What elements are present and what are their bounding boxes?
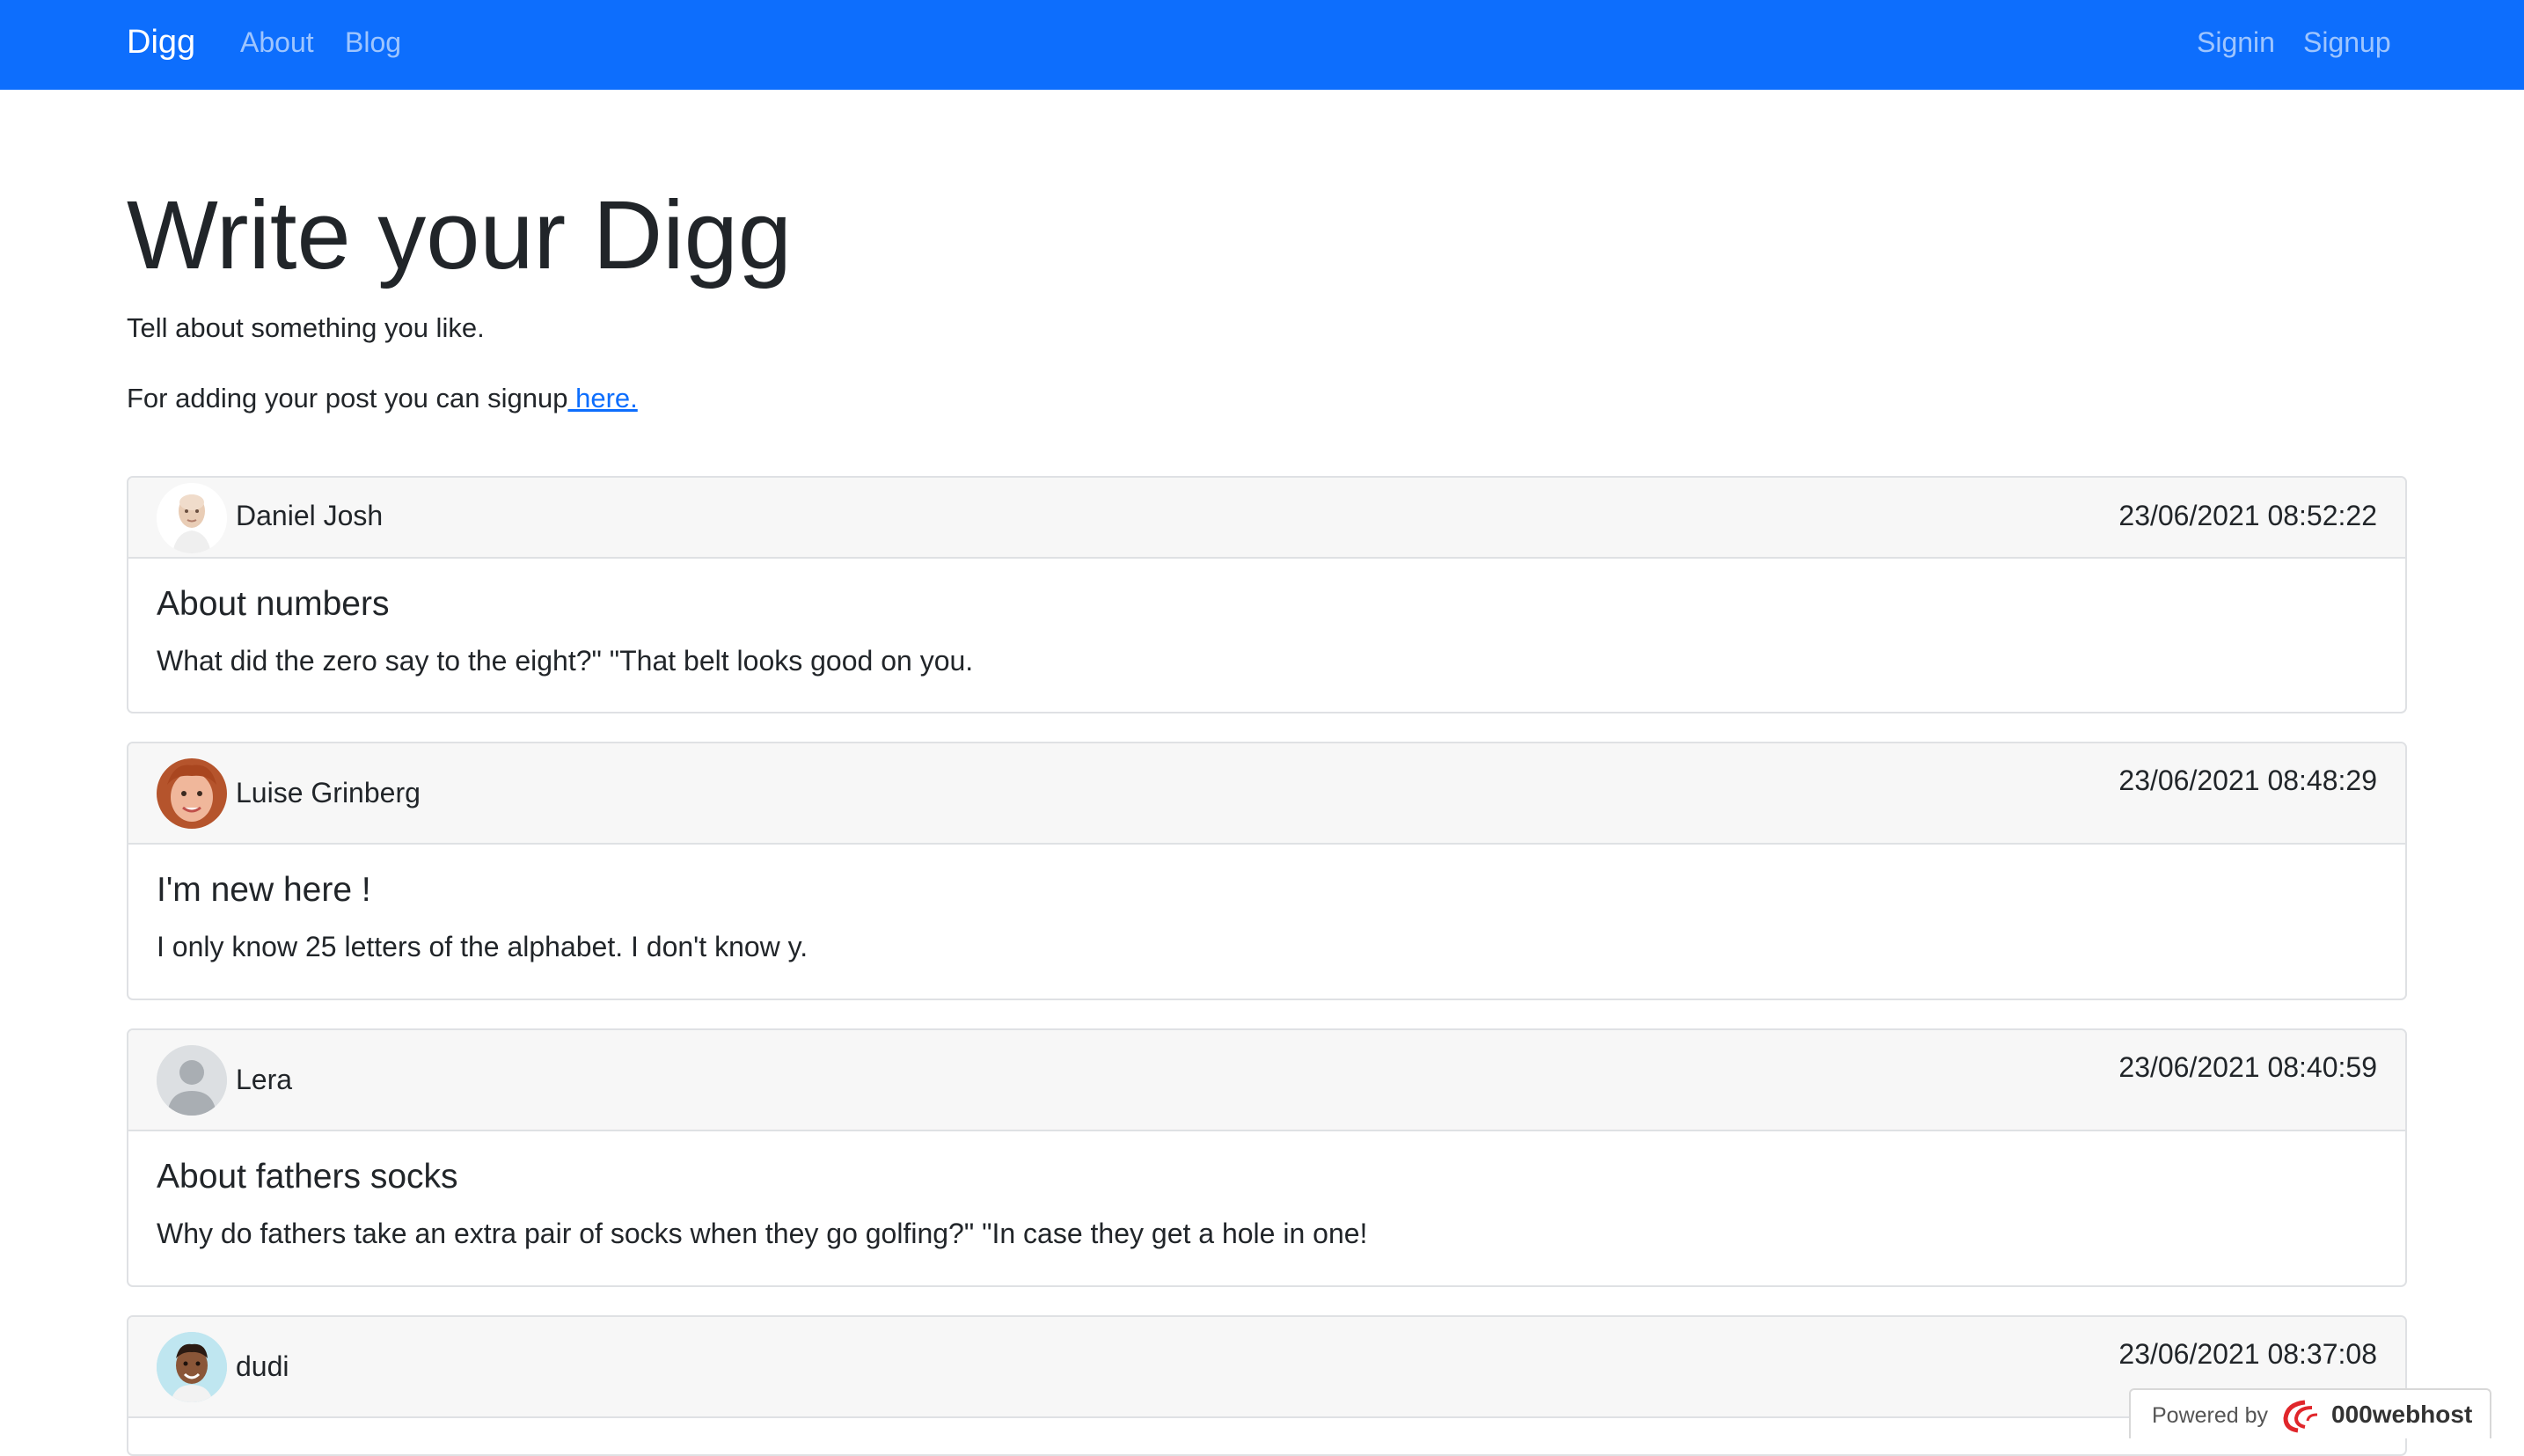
post-date: 23/06/2021 08:40:59: [2118, 1051, 2377, 1083]
hero-lead-text: Tell about something you like.: [127, 312, 485, 343]
000webhost-logo-icon: [2283, 1400, 2318, 1433]
post-header: Luise Grinberg 23/06/2021 08:48:29: [128, 743, 2405, 845]
post-date: 23/06/2021 08:37:08: [2118, 1338, 2377, 1370]
nav-link-signin[interactable]: Signin: [2197, 0, 2275, 84]
post-title: I'm new here !: [157, 871, 371, 909]
author-avatar: [157, 483, 227, 553]
post-body: About fathers socks Why do fathers take …: [128, 1131, 2405, 1285]
avatar-boy-icon: [157, 1332, 227, 1402]
post-author: dudi: [236, 1350, 289, 1382]
post-author: Luise Grinberg: [236, 777, 421, 808]
signup-hint: For adding your post you can signup here…: [127, 379, 638, 418]
post-body: I'm new here ! I only know 25 letters of…: [128, 845, 2405, 999]
post-date: 23/06/2021 08:48:29: [2118, 765, 2377, 796]
powered-by-label: Powered by: [2152, 1403, 2269, 1428]
author-avatar: [157, 1332, 227, 1402]
nav-link-about[interactable]: About: [240, 0, 314, 84]
author-avatar: [157, 1045, 227, 1116]
post-card: dudi 23/06/2021 08:37:08: [127, 1315, 2407, 1456]
powered-by-badge[interactable]: Powered by 000webhost: [2129, 1388, 2491, 1438]
signup-hint-text: For adding your post you can signup: [127, 383, 568, 413]
avatar-bald-man-icon: [157, 483, 227, 553]
page-title: Write your Digg: [127, 181, 792, 289]
nav-link-blog[interactable]: Blog: [345, 0, 401, 84]
post-text: Why do fathers take an extra pair of soc…: [157, 1218, 1368, 1249]
post-text: What did the zero say to the eight?" "Th…: [157, 645, 974, 677]
post-header: Lera 23/06/2021 08:40:59: [128, 1030, 2405, 1131]
brand-logo-link[interactable]: Digg: [127, 0, 195, 84]
top-navbar: Digg About Blog Signin Signup: [0, 0, 2524, 90]
post-title: About fathers socks: [157, 1158, 458, 1196]
post-date: 23/06/2021 08:52:22: [2118, 500, 2377, 531]
post-text: I only know 25 letters of the alphabet. …: [157, 931, 808, 962]
post-header: Daniel Josh 23/06/2021 08:52:22: [128, 478, 2405, 559]
post-card: Luise Grinberg 23/06/2021 08:48:29 I'm n…: [127, 742, 2407, 1000]
post-title: About numbers: [157, 585, 390, 623]
nav-link-signup[interactable]: Signup: [2303, 0, 2391, 84]
avatar-redhead-girl-icon: [157, 758, 227, 829]
powered-by-host: 000webhost: [2331, 1401, 2473, 1428]
post-card: Lera 23/06/2021 08:40:59 About fathers s…: [127, 1028, 2407, 1287]
post-header: dudi 23/06/2021 08:37:08: [128, 1317, 2405, 1418]
post-author: Daniel Josh: [236, 500, 384, 531]
author-avatar: [157, 758, 227, 829]
post-card: Daniel Josh 23/06/2021 08:52:22 About nu…: [127, 476, 2407, 713]
signup-here-link[interactable]: here.: [567, 383, 638, 413]
post-body: About numbers What did the zero say to t…: [128, 559, 2405, 712]
post-author: Lera: [236, 1064, 293, 1095]
default-user-icon: [157, 1045, 227, 1116]
